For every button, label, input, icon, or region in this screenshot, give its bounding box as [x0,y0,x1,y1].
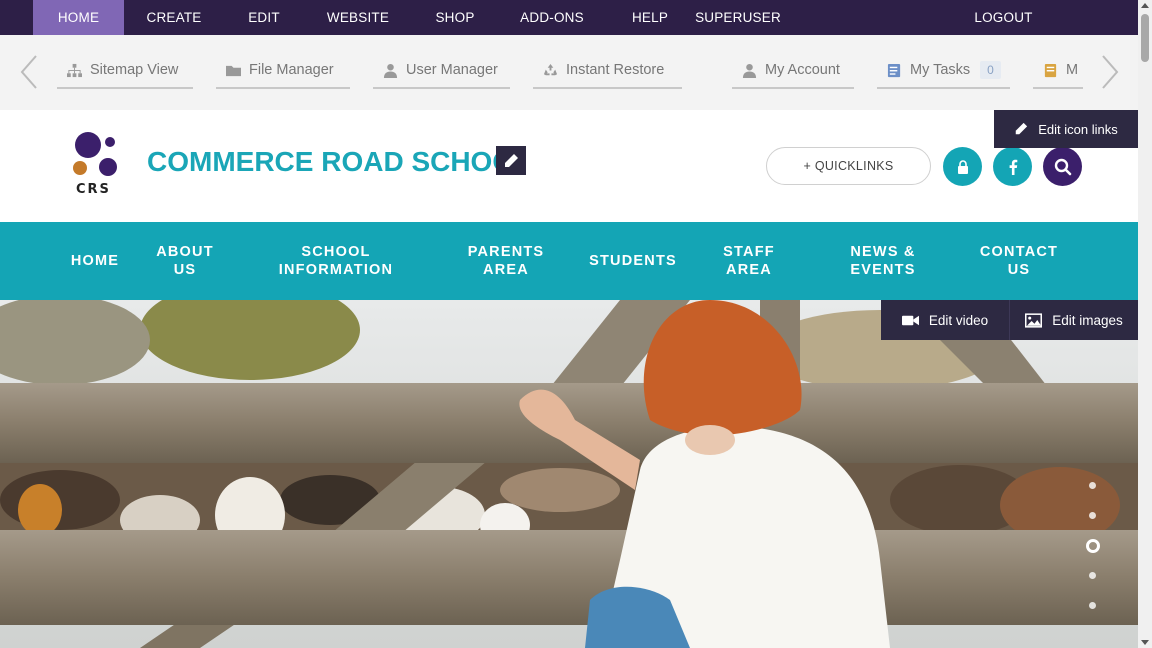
recycle-icon [543,63,558,75]
folder-icon [226,65,241,76]
edit-title-button[interactable] [496,146,526,175]
image-icon [1025,312,1043,328]
tool-label: My Account [765,62,840,78]
tool-label: Instant Restore [566,62,665,78]
scroll-down-arrow[interactable] [1141,640,1149,645]
nav-school-information[interactable]: SCHOOL INFORMATION [266,222,406,300]
edit-video-label: Edit video [928,312,989,328]
scroll-up-arrow[interactable] [1141,3,1149,8]
admin-menu-edit[interactable]: EDIT [224,0,304,35]
scroll-thumb[interactable] [1141,14,1149,62]
slide-dot-2[interactable] [1089,512,1096,519]
document-icon [1044,63,1057,77]
site-header: CRS COMMERCE ROAD SCHOOL + QUICKLINKS Ed… [0,110,1138,222]
tool-my-account[interactable]: My Account [732,53,854,89]
pencil-icon [1016,122,1028,135]
admin-menu-shop[interactable]: SHOP [412,0,498,35]
pencil-icon [505,153,518,167]
tool-label: File Manager [249,62,334,78]
page: HOME CREATE EDIT WEBSITE SHOP ADD-ONS HE… [0,0,1152,648]
sitemap-icon [67,63,82,77]
admin-menu-home[interactable]: HOME [33,0,124,35]
page-scrollbar[interactable] [1138,0,1152,648]
chevron-right-icon [1102,54,1119,89]
admin-toolbar: Sitemap View File Manager User Manager I… [0,35,1138,110]
hero-slideshow [0,300,1138,648]
tool-label: Sitemap View [90,62,179,78]
admin-menu-superuser[interactable]: SUPERUSER [694,0,782,35]
admin-menu-help[interactable]: HELP [606,0,694,35]
logo-text: CRS [76,182,111,197]
hero-photo [0,300,1138,648]
tool-user-manager[interactable]: User Manager [373,53,510,89]
user-icon [742,63,757,78]
nav-home[interactable]: HOME [60,222,130,300]
nav-about-us[interactable]: ABOUT US [150,222,220,300]
search-icon [1054,158,1071,175]
slide-dot-5[interactable] [1089,602,1096,609]
tool-sitemap-view[interactable]: Sitemap View [57,53,193,89]
nav-news-events[interactable]: NEWS & EVENTS [838,222,928,300]
school-name[interactable]: COMMERCE ROAD SCHOOL [147,146,507,178]
tool-label: My Tasks [910,62,971,78]
edit-icon-links-label: Edit icon links [1038,121,1118,137]
edit-icon-links-button[interactable]: Edit icon links [994,110,1138,148]
tool-my-tasks[interactable]: My Tasks 0 [877,53,1010,89]
chevron-left-icon [20,54,37,89]
tool-instant-restore[interactable]: Instant Restore [533,53,682,89]
nav-parents-area[interactable]: PARENTS AREA [456,222,556,300]
quicklinks-button[interactable]: + QUICKLINKS [766,147,931,185]
tool-label: User Manager [406,62,498,78]
main-navigation: HOME ABOUT US SCHOOL INFORMATION PARENTS… [0,222,1138,300]
school-logo[interactable]: CRS [66,130,126,202]
nav-staff-area[interactable]: STAFF AREA [709,222,789,300]
edit-video-button[interactable]: Edit video [881,300,1009,340]
facebook-icon [1009,159,1017,175]
login-button[interactable] [943,147,982,186]
edit-images-button[interactable]: Edit images [1009,300,1138,340]
nav-students[interactable]: STUDENTS [578,222,688,300]
toolbar-next-arrow[interactable] [1095,49,1125,94]
slide-dot-4[interactable] [1089,572,1096,579]
tasks-icon [887,63,901,77]
admin-menu-create[interactable]: CREATE [124,0,224,35]
tasks-count-badge: 0 [980,61,1001,79]
logout-link[interactable]: LOGOUT [974,0,1032,35]
search-button[interactable] [1043,147,1082,186]
video-camera-icon [901,315,919,325]
facebook-button[interactable] [993,147,1032,186]
tool-m[interactable]: M [1033,53,1083,89]
edit-images-label: Edit images [1052,312,1123,328]
user-icon [383,63,398,78]
nav-contact-us[interactable]: CONTACT US [969,222,1069,300]
admin-menu-website[interactable]: WEBSITE [304,0,412,35]
lock-icon [957,159,968,174]
tool-label: M [1066,62,1079,78]
logo-dots-icon [73,132,117,176]
toolbar-prev-arrow[interactable] [14,49,44,94]
tool-file-manager[interactable]: File Manager [216,53,350,89]
slide-dot-1[interactable] [1089,482,1096,489]
admin-bar: HOME CREATE EDIT WEBSITE SHOP ADD-ONS HE… [0,0,1138,35]
slide-dot-3[interactable] [1086,539,1100,553]
admin-menu-add-ons[interactable]: ADD-ONS [498,0,606,35]
